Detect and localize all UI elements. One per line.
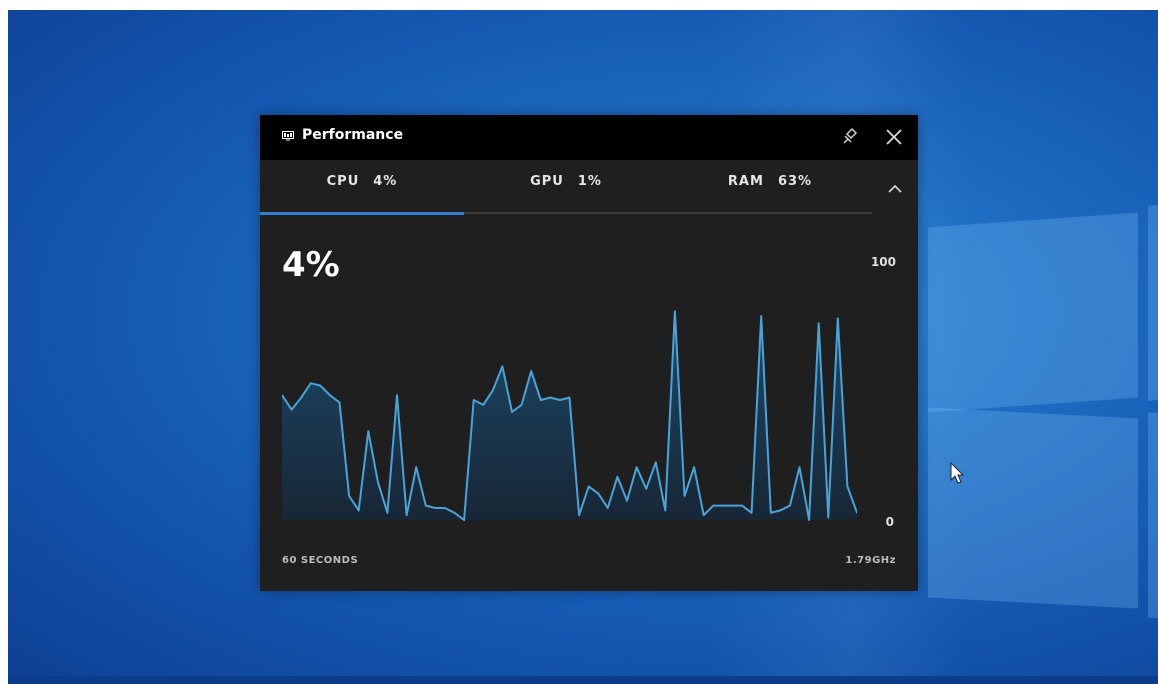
tab-gpu[interactable]: GPU 1% [464,174,668,204]
usage-point [760,315,762,317]
usage-point [310,382,312,384]
usage-point [357,509,360,512]
performance-monitor-icon [282,131,294,141]
usage-point [607,507,609,509]
tab-value: 1% [577,174,602,189]
usage-point [348,495,350,497]
usage-point [655,461,657,464]
pin-icon[interactable] [838,125,860,149]
usage-point [425,504,427,507]
usage-point [817,322,820,324]
usage-area [282,311,857,520]
usage-point [290,408,293,411]
tab-value: 63% [777,174,813,189]
usage-point [319,384,322,387]
windows-logo-pane [1148,412,1158,619]
usage-point [482,404,485,406]
usage-point [492,389,494,392]
metric-tabs: CPU 4% GPU 1% RAM 63% [260,160,918,215]
usage-point [635,466,638,468]
usage-point [808,519,810,521]
usage-point [463,519,465,521]
usage-point [741,504,743,507]
clock-speed-label: 1.79GHz [845,555,896,566]
usage-point [405,514,408,516]
usage-point [530,370,532,372]
usage-point [750,512,753,514]
usage-point [798,466,801,468]
usage-point [712,504,715,507]
usage-point [549,396,552,399]
usage-chart [282,310,857,521]
usage-point [597,492,600,495]
usage-point [702,514,705,516]
usage-point [520,404,523,406]
windows-logo-pane [1148,204,1158,401]
usage-point [444,507,446,509]
usage-point [693,466,695,468]
close-icon[interactable] [884,127,904,147]
usage-point [338,401,341,404]
usage-point [674,310,676,312]
chevron-up-icon[interactable] [884,180,906,198]
usage-point [453,512,456,514]
usage-point [722,504,724,507]
tab-label: CPU [326,174,360,189]
widget-title: Performance [302,127,404,143]
usage-point [664,509,667,512]
usage-point [616,476,619,478]
usage-point [386,512,389,514]
tab-label: RAM [727,174,764,189]
usage-point [434,507,437,509]
usage-point [683,495,686,497]
taskbar-edge [8,676,1158,684]
usage-point [559,399,561,401]
widget-titlebar[interactable]: Performance [260,115,918,160]
usage-point [846,485,849,488]
usage-point [540,399,542,401]
tab-label: GPU [530,174,564,189]
tab-cpu[interactable]: CPU 4% [260,174,464,204]
usage-point [770,512,772,514]
usage-point [578,514,580,516]
usage-point [789,504,791,507]
usage-point [645,488,647,490]
usage-point [626,500,628,502]
time-span-label: 60 SECONDS [282,555,359,566]
usage-point [300,396,302,399]
windows-logo-pane [928,212,1138,413]
usage-point [367,430,370,432]
active-tab-indicator [260,212,464,215]
usage-point [329,394,331,396]
usage-point [837,317,839,320]
mouse-cursor-icon [950,462,965,484]
usage-point [396,394,398,396]
tab-value: 4% [373,174,398,189]
usage-point [568,396,571,399]
usage-point [472,399,475,401]
usage-point [779,509,782,512]
usage-point [827,516,830,519]
usage-point [415,466,417,468]
usage-point [587,485,590,488]
windows-logo-pane [928,407,1138,609]
usage-point [501,365,504,368]
axis-min-label: 0 [885,515,894,529]
tab-ram[interactable]: RAM 63% [668,174,872,204]
usage-point [511,411,513,413]
axis-max-label: 100 [870,255,896,269]
usage-point [377,480,379,483]
usage-point [731,504,734,507]
performance-widget: Performance CPU 4% GPU 1% RAM 63% 4% 100 0 [260,115,918,591]
